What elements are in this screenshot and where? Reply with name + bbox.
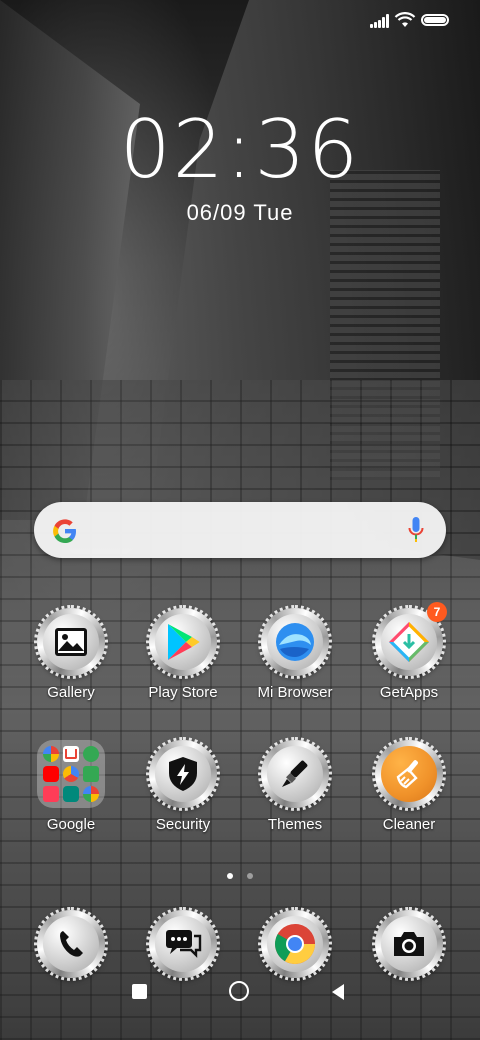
page-dot-active[interactable] xyxy=(226,873,233,879)
gallery-icon xyxy=(55,628,87,656)
recents-icon[interactable] xyxy=(132,984,147,999)
google-folder-icon xyxy=(37,740,105,808)
cleaner-icon xyxy=(396,760,418,789)
status-bar xyxy=(0,0,480,40)
app-mi-browser[interactable]: Mi Browser xyxy=(240,605,350,701)
camera-icon xyxy=(394,932,424,956)
app-label: Gallery xyxy=(47,684,95,701)
mi-browser-icon xyxy=(276,623,314,661)
play-store-icon xyxy=(168,624,200,660)
page-dot[interactable] xyxy=(247,873,254,879)
mic-icon[interactable] xyxy=(408,516,424,544)
google-g-icon xyxy=(53,519,76,543)
app-security[interactable]: Security xyxy=(128,737,238,833)
app-getapps[interactable]: 7 GetApps xyxy=(354,602,464,701)
security-icon xyxy=(169,757,197,791)
getapps-icon xyxy=(389,622,429,662)
app-label: GetApps xyxy=(379,684,439,701)
app-label: Google xyxy=(46,816,96,833)
dock-chrome[interactable] xyxy=(240,907,350,981)
app-cleaner[interactable]: Cleaner xyxy=(354,737,464,833)
battery-icon xyxy=(421,14,449,26)
phone-icon xyxy=(60,931,83,957)
page-indicator xyxy=(0,866,480,884)
app-label: Cleaner xyxy=(382,816,436,833)
home-icon[interactable] xyxy=(229,981,249,1001)
app-themes[interactable]: Themes xyxy=(240,737,350,833)
app-play-store[interactable]: Play Store xyxy=(128,605,238,701)
navigation-bar xyxy=(0,980,480,1040)
dock-camera[interactable] xyxy=(354,907,464,981)
signal-icon xyxy=(370,14,390,28)
messages-icon xyxy=(166,930,202,958)
chrome-icon xyxy=(275,924,315,964)
back-icon[interactable] xyxy=(330,983,346,1001)
notification-badge: 7 xyxy=(427,602,447,622)
app-google-folder[interactable]: Google xyxy=(16,740,126,833)
app-gallery[interactable]: Gallery xyxy=(16,605,126,701)
clock-date[interactable]: 06/09 Tue xyxy=(0,200,480,226)
app-label: Security xyxy=(155,816,211,833)
dock-messages[interactable] xyxy=(128,907,238,981)
google-search-bar[interactable] xyxy=(34,502,446,558)
app-label: Themes xyxy=(267,816,323,833)
app-label: Play Store xyxy=(148,684,218,701)
dock-phone[interactable] xyxy=(16,907,126,981)
wifi-icon xyxy=(394,12,416,27)
app-label: Mi Browser xyxy=(257,684,333,701)
themes-icon xyxy=(282,760,308,787)
clock-time[interactable]: 02:36 xyxy=(0,106,480,194)
